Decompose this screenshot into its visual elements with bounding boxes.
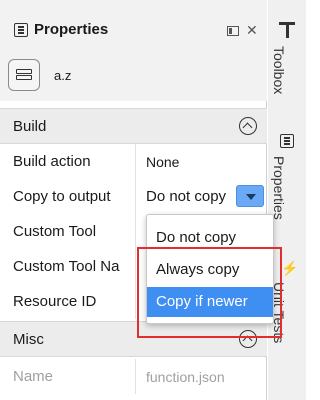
section-misc-label: Misc [13,331,44,348]
panel-title: Properties [34,21,109,38]
column-divider [135,249,136,284]
dock-icon[interactable] [227,26,239,36]
property-value[interactable]: function.json [146,369,225,385]
column-divider [135,359,136,394]
panel-titlebar: Properties ✕ [0,0,267,54]
property-name: Name [13,368,54,385]
tab-toolbox-label: Toolbox [271,46,287,95]
panel-toolbar: a.z [0,54,267,101]
properties-tab-icon [280,134,294,148]
property-value[interactable]: None [146,154,179,170]
section-build[interactable]: Build [0,108,267,144]
toolbox-icon [279,22,295,38]
categorized-view-button[interactable] [8,59,40,91]
section-build-label: Build [13,118,47,135]
properties-icon [14,23,28,37]
column-divider [135,179,136,214]
flask-icon: ⚡ [281,260,299,276]
collapse-build-icon[interactable] [239,117,257,135]
property-name: Resource ID [13,293,97,310]
property-name: Build action [13,153,91,170]
select-value: Do not copy [146,188,227,205]
close-icon[interactable]: ✕ [246,22,258,39]
column-divider [135,144,136,179]
column-divider [135,284,136,319]
property-row-build-action[interactable]: Build action None [0,144,267,179]
tab-properties-label: Properties [271,156,287,220]
annotation-highlight-box [137,247,282,338]
sort-alphabetical-button[interactable]: a.z [54,68,71,83]
property-row-copy-to-output[interactable]: Copy to output Do not copy [0,179,267,214]
dropdown-arrow-icon[interactable] [236,185,264,207]
copy-to-output-select[interactable]: Do not copy [146,185,266,209]
property-name: Custom Tool Na [13,258,120,275]
tab-toolbox[interactable]: Toolbox [268,0,306,110]
property-row-name[interactable]: Name function.json [0,359,267,394]
property-name: Custom Tool [13,223,97,240]
property-name: Copy to output [13,188,111,205]
properties-panel: Properties ✕ a.z Build Build action None… [0,0,267,400]
column-divider [135,214,136,249]
